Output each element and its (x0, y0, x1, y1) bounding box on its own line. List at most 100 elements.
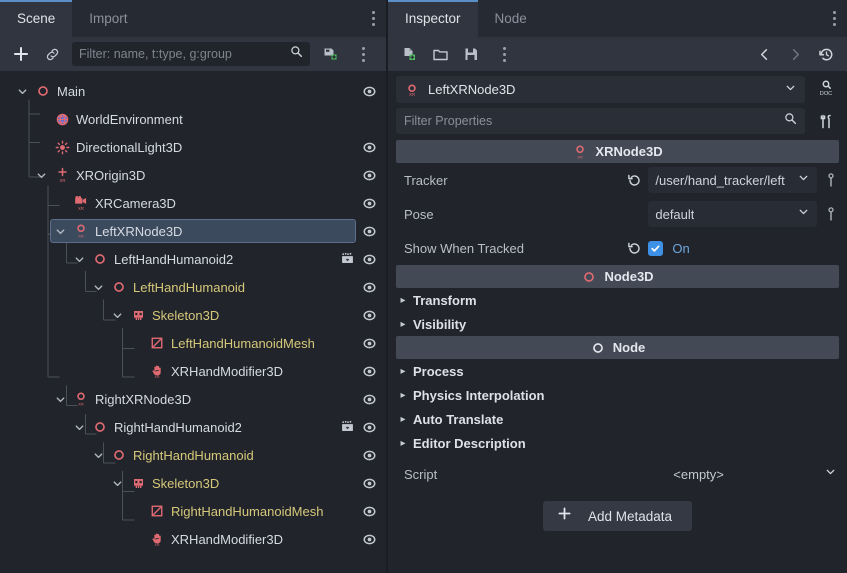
chevron-right-icon[interactable]: ▸ (398, 366, 408, 377)
tab-node[interactable]: Node (478, 0, 544, 37)
visibility-toggle-icon[interactable] (360, 474, 378, 492)
inspector-tabbar-menu-icon[interactable] (821, 0, 847, 37)
scene-instance-icon[interactable] (338, 250, 356, 268)
inspector-filter-box[interactable] (396, 108, 805, 134)
tree-row-rightxrnode3d[interactable]: XRRightXRNode3D (0, 385, 386, 413)
visibility-toggle-icon[interactable] (360, 390, 378, 408)
visibility-toggle-icon[interactable] (360, 502, 378, 520)
subsection-editor-description[interactable]: ▸Editor Description (388, 431, 847, 455)
chevron-left-icon[interactable] (753, 43, 775, 65)
tree-twisty-icon[interactable] (91, 280, 105, 294)
chevron-down-icon[interactable] (797, 171, 810, 189)
script-property-row[interactable]: Script <empty> (388, 459, 847, 489)
tree-twisty-icon[interactable] (72, 252, 86, 266)
tree-row-xrhandmodifier3d[interactable]: XRXRHandModifier3D (0, 525, 386, 553)
tree-row-skeleton3d[interactable]: Skeleton3D (0, 301, 386, 329)
add-node-icon[interactable] (10, 43, 32, 65)
visibility-toggle-icon[interactable] (360, 306, 378, 324)
history-icon[interactable] (815, 43, 837, 65)
inspector-toolbar-menu-icon[interactable] (491, 47, 517, 62)
subsection-process[interactable]: ▸Process (388, 359, 847, 383)
property-dropdown[interactable]: default (648, 201, 817, 227)
revert-icon[interactable] (626, 240, 642, 256)
subsection-physics-interpolation[interactable]: ▸Physics Interpolation (388, 383, 847, 407)
property-checkbox-line[interactable]: On (648, 241, 817, 256)
chevron-down-icon[interactable] (824, 465, 837, 483)
tree-twisty-icon[interactable] (53, 392, 67, 406)
chevron-right-icon[interactable]: ▸ (398, 390, 408, 401)
chevron-right-icon[interactable]: ▸ (398, 295, 408, 306)
property-row-show-when-tracked[interactable]: Show When TrackedOn (388, 231, 847, 265)
tree-row-skeleton3d[interactable]: Skeleton3D (0, 469, 386, 497)
open-docs-icon[interactable]: DOC (813, 74, 839, 101)
scene-instance-icon[interactable] (338, 418, 356, 436)
scene-filter-input[interactable] (79, 47, 285, 61)
tree-row-xrorigin3d[interactable]: XRXROrigin3D (0, 161, 386, 189)
inspector-section-xrnode3d[interactable]: XRXRNode3D (396, 140, 839, 163)
subsection-transform[interactable]: ▸Transform (388, 288, 847, 312)
visibility-toggle-icon[interactable] (360, 334, 378, 352)
tree-row-righthandhumanoid[interactable]: RightHandHumanoid (0, 441, 386, 469)
keyframe-icon[interactable] (823, 207, 839, 222)
visibility-toggle-icon[interactable] (360, 530, 378, 548)
tree-row-xrcamera3d[interactable]: XRXRCamera3D (0, 189, 386, 217)
tab-inspector[interactable]: Inspector (388, 0, 478, 37)
filter-properties-input[interactable] (404, 114, 778, 128)
inspector-section-node[interactable]: Node (396, 336, 839, 359)
chevron-right-icon[interactable]: ▸ (398, 414, 408, 425)
tab-scene[interactable]: Scene (0, 0, 72, 37)
tree-row-righthandhumanoidmesh[interactable]: RightHandHumanoidMesh (0, 497, 386, 525)
chevron-down-icon[interactable] (784, 81, 797, 99)
tree-row-directionallight3d[interactable]: DirectionalLight3D (0, 133, 386, 161)
subsection-visibility[interactable]: ▸Visibility (388, 312, 847, 336)
tree-row-xrhandmodifier3d[interactable]: XRXRHandModifier3D (0, 357, 386, 385)
keyframe-icon[interactable] (823, 173, 839, 188)
tree-twisty-icon[interactable] (34, 168, 48, 182)
subsection-auto-translate[interactable]: ▸Auto Translate (388, 407, 847, 431)
property-row-tracker[interactable]: Tracker/user/hand_tracker/left (388, 163, 847, 197)
tree-twisty-icon[interactable] (110, 476, 124, 490)
tree-twisty-icon[interactable] (91, 448, 105, 462)
tree-row-lefthandhumanoid[interactable]: LeftHandHumanoid (0, 273, 386, 301)
scene-filter-box[interactable] (72, 42, 310, 66)
tree-twisty-icon[interactable] (15, 84, 29, 98)
scene-tree[interactable]: MainWorldEnvironmentDirectionalLight3DXR… (0, 71, 386, 573)
tab-import[interactable]: Import (72, 0, 144, 37)
tree-row-righthandhumanoid2[interactable]: RightHandHumanoid2 (0, 413, 386, 441)
tree-twisty-icon[interactable] (72, 420, 86, 434)
visibility-toggle-icon[interactable] (360, 278, 378, 296)
checkbox-icon[interactable] (648, 241, 663, 256)
visibility-toggle-icon[interactable] (360, 138, 378, 156)
chevron-right-icon[interactable]: ▸ (398, 319, 408, 330)
visibility-toggle-icon[interactable] (360, 166, 378, 184)
visibility-toggle-icon[interactable] (360, 446, 378, 464)
visibility-toggle-icon[interactable] (360, 250, 378, 268)
add-metadata-button[interactable]: Add Metadata (543, 501, 692, 531)
instance-scene-icon[interactable] (319, 43, 341, 65)
tree-row-lefthandhumanoidmesh[interactable]: LeftHandHumanoidMesh (0, 329, 386, 357)
tree-twisty-icon[interactable] (53, 224, 67, 238)
inspector-section-node3d[interactable]: Node3D (396, 265, 839, 288)
visibility-toggle-icon[interactable] (360, 82, 378, 100)
visibility-toggle-icon[interactable] (360, 222, 378, 240)
tree-row-worldenvironment[interactable]: WorldEnvironment (0, 105, 386, 133)
tree-row-main[interactable]: Main (0, 77, 386, 105)
script-value-area[interactable]: <empty> (573, 465, 839, 483)
tree-row-leftxrnode3d[interactable]: XRLeftXRNode3D (0, 217, 386, 245)
tools-icon[interactable] (813, 108, 839, 135)
new-resource-icon[interactable] (398, 43, 420, 65)
open-folder-icon[interactable] (429, 43, 451, 65)
property-dropdown[interactable]: /user/hand_tracker/left (648, 167, 817, 193)
scene-toolbar-menu-icon[interactable] (350, 47, 376, 62)
chevron-right-icon[interactable]: ▸ (398, 438, 408, 449)
property-row-pose[interactable]: Posedefault (388, 197, 847, 231)
tree-row-lefthandhumanoid2[interactable]: LeftHandHumanoid2 (0, 245, 386, 273)
chevron-right-icon[interactable] (784, 43, 806, 65)
visibility-toggle-icon[interactable] (360, 362, 378, 380)
chevron-down-icon[interactable] (797, 205, 810, 223)
scene-tabbar-menu-icon[interactable] (360, 0, 386, 37)
tree-twisty-icon[interactable] (110, 308, 124, 322)
save-icon[interactable] (460, 43, 482, 65)
link-icon[interactable] (41, 43, 63, 65)
inspector-object-selector[interactable]: XR LeftXRNode3D (396, 76, 805, 103)
